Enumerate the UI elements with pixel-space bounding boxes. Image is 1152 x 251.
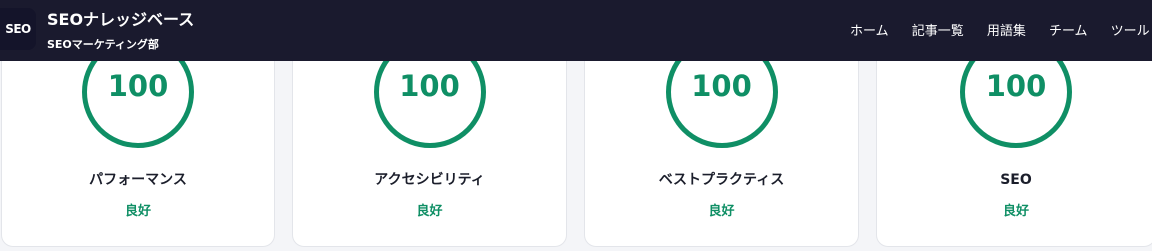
site-logo[interactable]: SEO (0, 8, 36, 50)
metric-name: SEO (1000, 172, 1032, 188)
site-subtitle: SEOマーケティング部 (47, 38, 159, 51)
score-value: 100 (107, 69, 169, 103)
nav-item-home[interactable]: ホーム (850, 22, 889, 40)
score-value: 100 (691, 69, 752, 103)
nav-item-glossary[interactable]: 用語集 (987, 22, 1026, 40)
metric-status: 良好 (708, 204, 735, 219)
nav-item-team[interactable]: チーム (1049, 22, 1088, 40)
metric-status: 良好 (1002, 204, 1029, 219)
metric-status: 良好 (416, 204, 443, 219)
metric-status: 良好 (124, 204, 151, 219)
nav-item-tools[interactable]: ツール (1111, 22, 1150, 40)
metric-name: アクセシビリティ (374, 172, 485, 188)
score-value: 100 (399, 69, 460, 103)
main-nav: ホーム 記事一覧 用語集 チーム ツール (850, 20, 1152, 40)
metric-name: ベストプラクティス (658, 172, 785, 188)
nav-item-articles[interactable]: 記事一覧 (912, 22, 964, 40)
site-header: SEO SEOナレッジベース SEOマーケティング部 ホーム 記事一覧 用語集 … (0, 0, 1152, 61)
metric-name: パフォーマンス (89, 172, 187, 188)
site-title[interactable]: SEOナレッジベース (47, 9, 194, 31)
score-value: 100 (985, 69, 1047, 103)
page: 100 パフォーマンス 良好 100 アクセシビリティ 良好 100 ベストプラ… (0, 0, 1152, 251)
